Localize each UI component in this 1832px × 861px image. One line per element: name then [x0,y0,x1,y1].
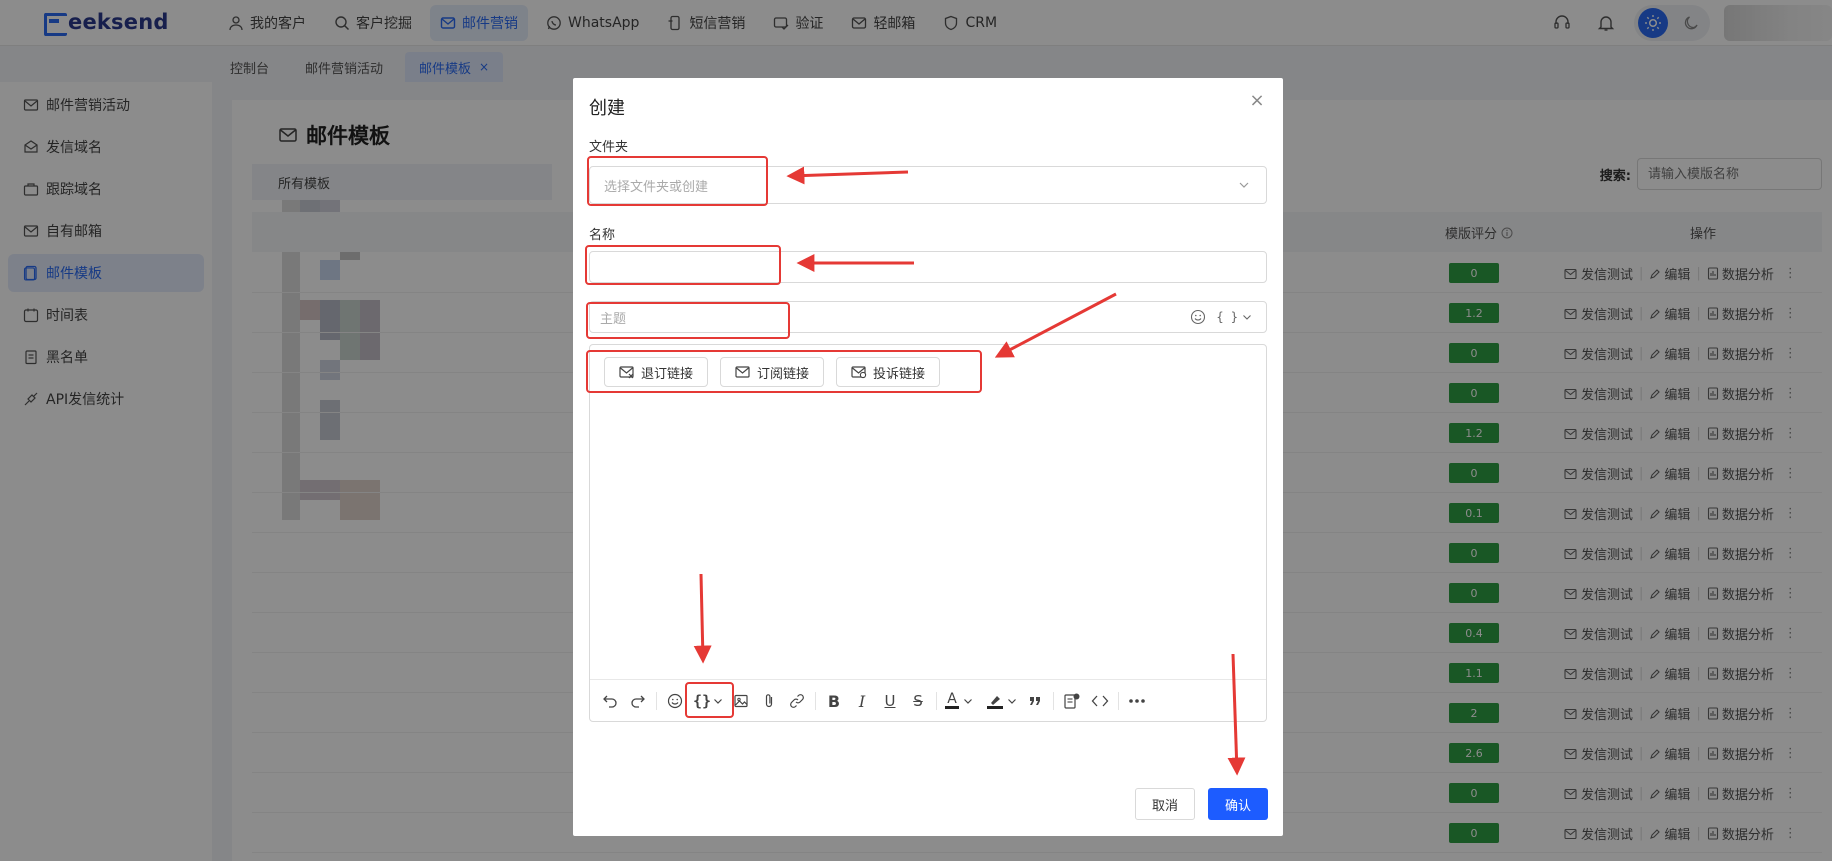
font-color-button[interactable]: A [941,687,977,715]
strikethrough-icon[interactable]: S [904,687,932,715]
highlighter-icon [987,694,1003,709]
italic-icon[interactable]: I [848,687,876,715]
name-label: 名称 [589,228,616,243]
toolbar-divider [1118,692,1119,710]
redo-icon[interactable] [624,687,652,715]
toolbar-divider [815,692,816,710]
chevron-down-icon [1007,696,1017,706]
quote-icon[interactable] [1021,687,1049,715]
variable-label: { } [1216,310,1238,324]
subject-tools: { } [1190,309,1252,325]
underline-icon[interactable]: U [876,687,904,715]
template-insert-icon[interactable] [1058,687,1086,715]
chevron-down-icon [1238,179,1250,195]
toolbar-divider [1053,692,1054,710]
cancel-button[interactable]: 取消 [1135,788,1195,820]
more-icon[interactable] [1123,687,1151,715]
font-color-icon: A [945,692,959,709]
chevron-down-icon [963,696,973,706]
confirm-button[interactable]: 确认 [1208,788,1268,820]
bold-icon[interactable]: B [820,687,848,715]
annotation-box-subject [586,302,790,339]
annotation-box-folder [587,156,768,206]
attachment-icon[interactable] [755,687,783,715]
annotation-box-variable-button [685,682,734,718]
toolbar-divider [936,692,937,710]
code-icon[interactable] [1086,687,1114,715]
link-icon[interactable] [783,687,811,715]
emoji-icon[interactable] [1190,309,1206,325]
annotation-box-link-buttons [586,350,982,393]
email-body-editor[interactable]: 退订链接 订阅链接 投诉链接 {} B I U S A [589,344,1267,722]
annotation-box-name [585,245,781,285]
variable-button[interactable]: { } [1216,310,1252,324]
folder-label: 文件夹 [589,140,629,155]
chevron-down-icon [1242,312,1252,322]
close-icon[interactable]: × [1245,88,1269,112]
highlight-color-button[interactable] [983,687,1021,715]
modal-title: 创建 [589,98,625,119]
undo-icon[interactable] [596,687,624,715]
toolbar-divider [656,692,657,710]
